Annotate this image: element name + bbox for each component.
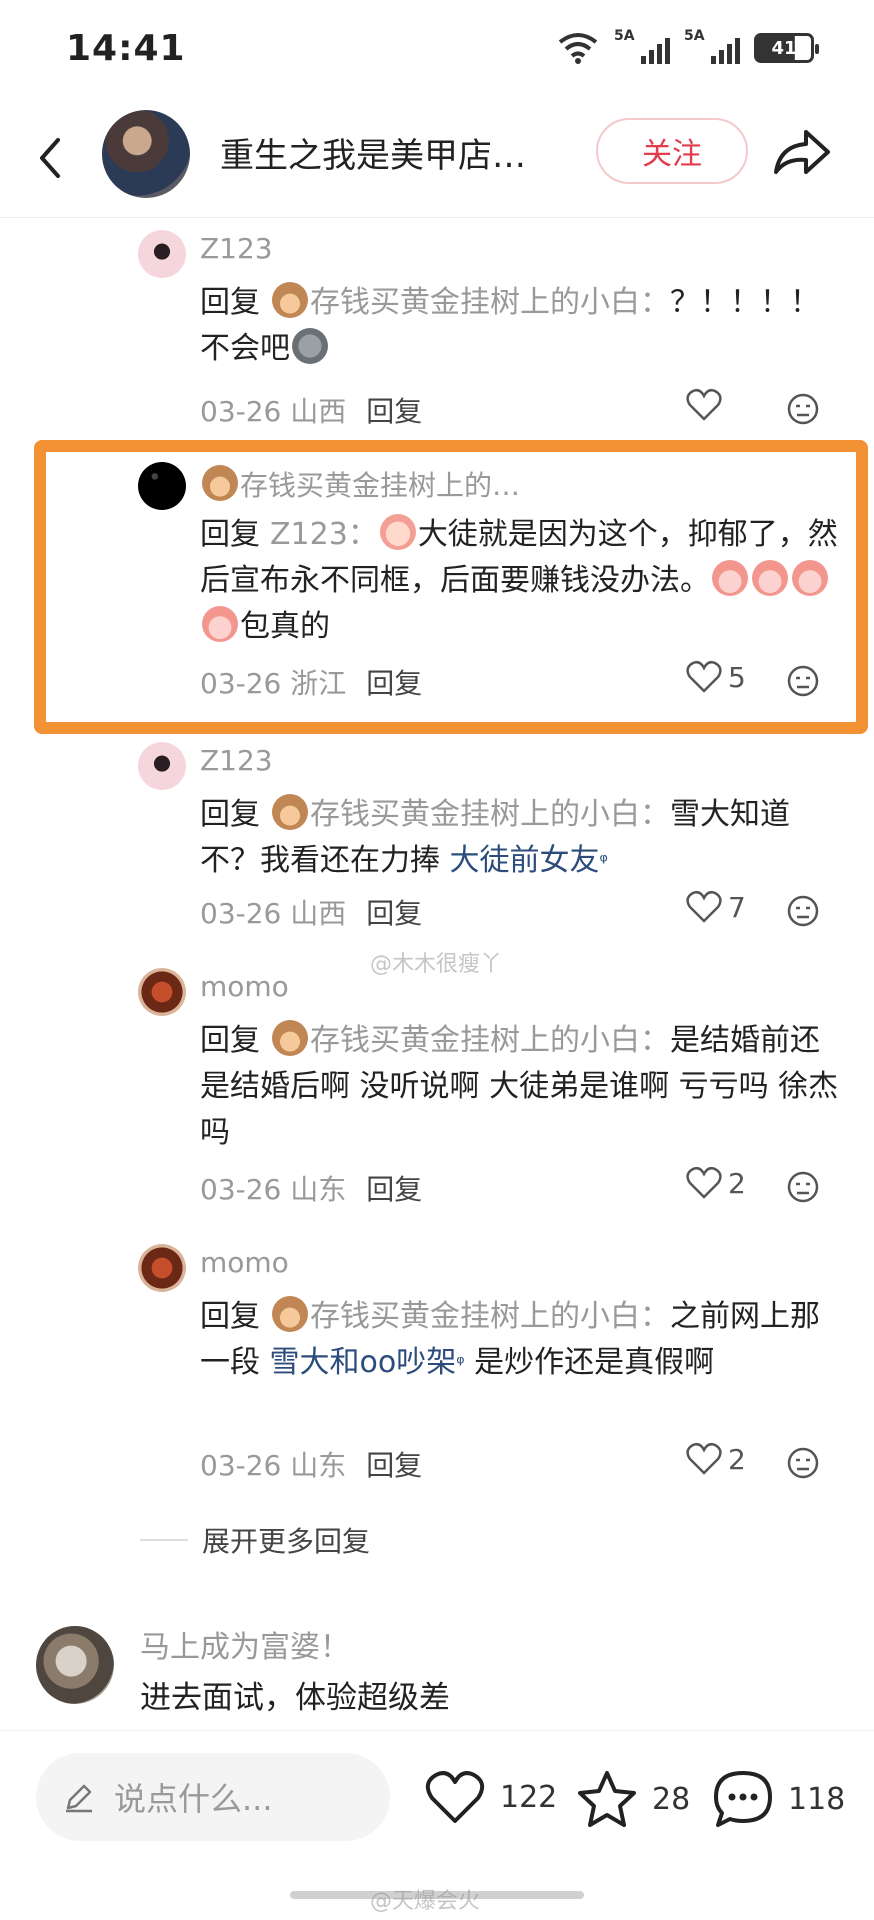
reply-author[interactable]: Z123 bbox=[200, 232, 273, 265]
author-name[interactable]: 重生之我是美甲店… bbox=[220, 128, 526, 177]
signal-icon-1: 5A bbox=[614, 28, 670, 66]
heart-icon bbox=[686, 1442, 722, 1475]
share-icon[interactable] bbox=[770, 122, 834, 182]
like-button[interactable]: 7 bbox=[686, 890, 746, 924]
reply-button[interactable]: 回复 bbox=[366, 395, 422, 428]
reply-text: 回复 存钱买黄金挂树上的小白：雪大知道不？我看还在力捧 大徒前女友ᵠ bbox=[200, 792, 840, 884]
reply-text: 回复 存钱买黄金挂树上的小白：是结婚前还是结婚后啊 没听说啊 大徒弟是谁啊 亏亏吗… bbox=[200, 1018, 840, 1156]
favorite-button[interactable]: 28 bbox=[576, 1769, 690, 1829]
reply-meta: 03-26 山西 回复 bbox=[200, 897, 423, 930]
back-arrow-icon[interactable] bbox=[30, 128, 70, 188]
follow-button[interactable]: 关注 bbox=[596, 118, 748, 184]
peach-emoji-icon bbox=[202, 606, 238, 642]
reply-author[interactable]: 存钱买黄金挂树上的… bbox=[200, 464, 520, 504]
peach-emoji-icon bbox=[792, 560, 828, 596]
monkey-emoji-icon bbox=[272, 1296, 308, 1332]
crying-emoji-icon bbox=[379, 514, 416, 550]
avatar[interactable] bbox=[138, 462, 186, 510]
bottom-bar: 说点什么... 122 28 118 @天爆会火 bbox=[0, 1730, 874, 1920]
heart-icon bbox=[686, 660, 722, 693]
avatar[interactable] bbox=[138, 1244, 186, 1292]
search-icon: ᵠ bbox=[456, 1351, 465, 1375]
dislike-icon[interactable] bbox=[786, 1170, 820, 1204]
pencil-icon bbox=[66, 1784, 92, 1813]
reply-meta: 03-26 山东 回复 bbox=[200, 1449, 423, 1482]
reply-meta: 03-26 浙江 回复 bbox=[200, 667, 423, 700]
dislike-icon[interactable] bbox=[786, 392, 820, 426]
divider bbox=[140, 1539, 188, 1541]
signal-icon-2: 5A bbox=[684, 28, 740, 66]
reply-meta: 03-26 山东 回复 bbox=[200, 1173, 423, 1206]
like-post-button[interactable]: 122 bbox=[424, 1769, 557, 1825]
like-button[interactable]: 2 bbox=[686, 1166, 746, 1200]
reply-text: 回复 Z123： 大徒就是因为这个，抑郁了，然后宣布永不同框，后面要赚钱没办法。包真… bbox=[200, 512, 840, 650]
reply-button[interactable]: 回复 bbox=[366, 1173, 422, 1206]
heart-icon bbox=[425, 1771, 485, 1823]
peach-emoji-icon bbox=[712, 560, 748, 596]
monkey-emoji-icon bbox=[272, 1020, 308, 1056]
battery-icon: 41 bbox=[754, 33, 819, 63]
topic-link[interactable]: 雪大和oo吵架 bbox=[270, 1345, 457, 1380]
like-button[interactable] bbox=[686, 388, 728, 422]
heart-icon bbox=[686, 388, 722, 421]
star-icon bbox=[578, 1771, 636, 1827]
comment-text: 进去面试，体验超级差 bbox=[140, 1680, 450, 1716]
input-placeholder: 说点什么... bbox=[114, 1780, 273, 1818]
reply-author[interactable]: Z123 bbox=[200, 744, 273, 777]
status-time: 14:41 bbox=[66, 28, 186, 69]
reply-text: 回复 存钱买黄金挂树上的小白：之前网上那一段 雪大和oo吵架ᵠ 是炒作还是真假啊 bbox=[200, 1294, 840, 1386]
topic-link[interactable]: 大徒前女友 bbox=[450, 843, 600, 878]
peach-emoji-icon bbox=[752, 560, 788, 596]
status-bar: 14:41 5A 5A 41 bbox=[0, 0, 874, 100]
stone-emoji-icon bbox=[292, 328, 328, 364]
monkey-emoji-icon bbox=[272, 794, 308, 830]
reply-author[interactable]: momo bbox=[200, 970, 289, 1003]
header: 重生之我是美甲店… 关注 bbox=[0, 100, 874, 218]
avatar[interactable] bbox=[138, 230, 186, 278]
reply-button[interactable]: 回复 bbox=[366, 897, 422, 930]
watermark: @木木很瘦丫 bbox=[370, 952, 503, 977]
wifi-icon bbox=[558, 33, 598, 64]
like-button[interactable]: 2 bbox=[686, 1442, 746, 1476]
like-button[interactable]: 5 bbox=[686, 660, 746, 694]
reply-button[interactable]: 回复 bbox=[366, 1449, 422, 1482]
reply-meta: 03-26 山西 回复 bbox=[200, 395, 423, 428]
monkey-emoji-icon bbox=[202, 465, 238, 501]
dislike-icon[interactable] bbox=[786, 894, 820, 928]
dislike-icon[interactable] bbox=[786, 1446, 820, 1480]
reply-button[interactable]: 回复 bbox=[366, 667, 422, 700]
expand-more-replies[interactable]: 展开更多回复 bbox=[140, 1520, 370, 1560]
comment-author[interactable]: 马上成为富婆！ bbox=[140, 1622, 350, 1666]
heart-icon bbox=[686, 1166, 722, 1199]
avatar[interactable] bbox=[138, 968, 186, 1016]
heart-icon bbox=[686, 890, 722, 923]
monkey-emoji-icon bbox=[272, 282, 308, 318]
watermark: @天爆会火 bbox=[370, 1889, 481, 1914]
avatar[interactable] bbox=[138, 742, 186, 790]
comment-bubble-icon bbox=[714, 1771, 772, 1827]
reply-text: 回复 存钱买黄金挂树上的小白：？！！！！ 不会吧 bbox=[200, 280, 840, 372]
reply-author[interactable]: momo bbox=[200, 1246, 289, 1279]
avatar[interactable] bbox=[36, 1626, 114, 1704]
status-icons: 5A 5A 41 bbox=[556, 28, 819, 66]
comment-input[interactable]: 说点什么... bbox=[36, 1753, 390, 1841]
search-icon: ᵠ bbox=[599, 849, 608, 873]
dislike-icon[interactable] bbox=[786, 664, 820, 698]
comment-button[interactable]: 118 bbox=[712, 1769, 845, 1829]
author-avatar[interactable] bbox=[102, 110, 190, 198]
